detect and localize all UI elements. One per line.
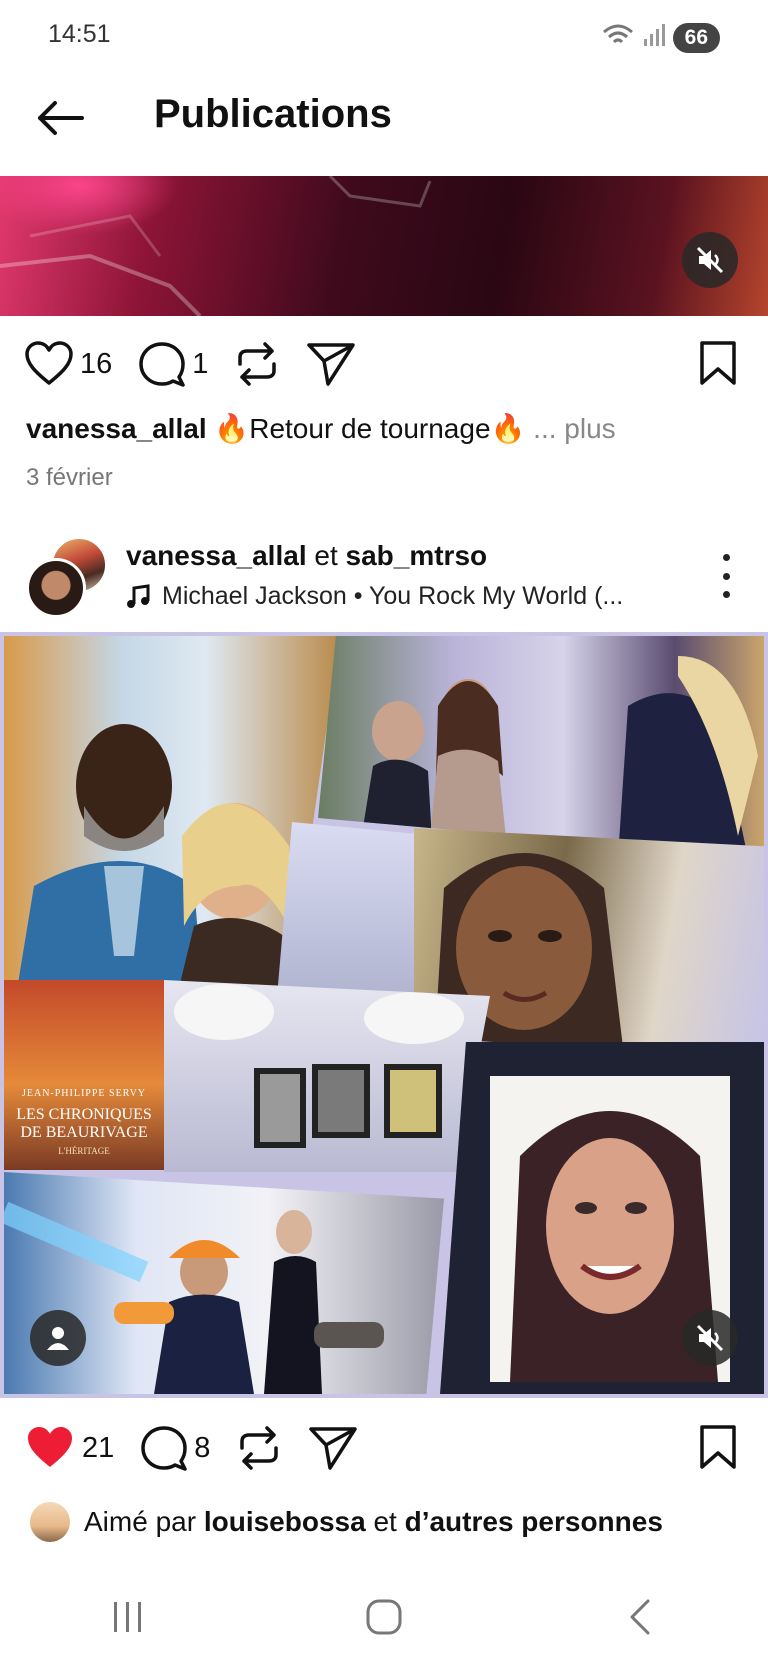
arrow-left-icon bbox=[38, 101, 84, 135]
collage-book-cover: JEAN-PHILIPPE SERVY LES CHRONIQUES DE BE… bbox=[4, 980, 164, 1170]
author-username-2[interactable]: sab_mtrso bbox=[346, 540, 488, 571]
video-frame-decor bbox=[0, 176, 432, 316]
bookmark-button[interactable] bbox=[698, 340, 738, 391]
comment-button[interactable]: 1 bbox=[138, 341, 208, 387]
book-author: JEAN-PHILIPPE SERVY bbox=[21, 1088, 147, 1099]
bookmark-button[interactable] bbox=[698, 1424, 738, 1475]
back-button[interactable] bbox=[30, 94, 90, 142]
status-icons: 66 bbox=[601, 22, 720, 53]
dot-icon bbox=[722, 572, 730, 580]
collage-photo-exhibition bbox=[164, 980, 490, 1172]
recent-apps-icon bbox=[114, 1602, 141, 1632]
liked-user[interactable]: louisebossa bbox=[204, 1506, 366, 1537]
recent-apps-button[interactable] bbox=[88, 1587, 168, 1647]
liker-avatar bbox=[30, 1502, 70, 1542]
repost-button[interactable] bbox=[234, 340, 280, 388]
music-attribution[interactable]: Michael Jackson • You Rock My World (... bbox=[126, 582, 623, 611]
like-count: 21 bbox=[82, 1431, 115, 1464]
page-title: Publications bbox=[154, 92, 392, 136]
book-subtitle: L'HÉRITAGE bbox=[58, 1146, 110, 1156]
caption-username[interactable]: vanessa_allal bbox=[26, 413, 207, 444]
repost-button[interactable] bbox=[236, 1424, 282, 1472]
avatar-primary[interactable] bbox=[26, 558, 86, 618]
post2-action-bar: 21 8 bbox=[24, 1424, 384, 1472]
system-back-button[interactable] bbox=[600, 1587, 680, 1647]
liked-others[interactable]: d’autres personnes bbox=[405, 1506, 663, 1537]
caption-more-link[interactable]: ... plus bbox=[533, 413, 615, 444]
speaker-muted-icon bbox=[696, 246, 724, 274]
liked-prefix: Aimé par bbox=[84, 1506, 197, 1537]
send-icon bbox=[309, 1427, 358, 1470]
comment-count: 8 bbox=[194, 1431, 211, 1464]
comment-button[interactable]: 8 bbox=[140, 1425, 210, 1471]
author-username-1[interactable]: vanessa_allal bbox=[126, 540, 307, 571]
comment-icon bbox=[141, 1426, 188, 1471]
post-authors: vanessa_allal et sab_mtrso bbox=[126, 540, 487, 572]
person-icon bbox=[47, 1327, 69, 1350]
author-conjunction: et bbox=[314, 540, 338, 571]
dot-icon bbox=[722, 554, 730, 561]
system-nav-bar bbox=[0, 1570, 768, 1664]
bookmark-icon bbox=[700, 341, 736, 385]
caption-text: 🔥Retour de tournage🔥 bbox=[214, 413, 526, 444]
post-image-collage[interactable]: JEAN-PHILIPPE SERVY LES CHRONIQUES DE BE… bbox=[0, 632, 768, 1398]
exhibition-illustration bbox=[174, 984, 464, 1148]
like-button[interactable]: 16 bbox=[24, 341, 112, 387]
post-caption: vanessa_allal 🔥Retour de tournage🔥 ... p… bbox=[26, 412, 616, 445]
music-track: Michael Jackson • You Rock My World (... bbox=[162, 582, 624, 610]
book-title: LES CHRONIQUES DE BEAURIVAGE bbox=[16, 1106, 152, 1141]
heart-filled-icon bbox=[28, 1427, 72, 1467]
status-time: 14:51 bbox=[48, 20, 111, 48]
tagged-people-button[interactable] bbox=[30, 1310, 86, 1366]
music-note-icon bbox=[127, 583, 150, 608]
post-avatars[interactable] bbox=[26, 536, 108, 618]
singer-illustration bbox=[358, 656, 758, 858]
post-date: 3 février bbox=[26, 464, 113, 491]
comment-icon bbox=[139, 342, 186, 387]
send-icon bbox=[307, 343, 356, 386]
like-button[interactable]: 21 bbox=[24, 1425, 114, 1471]
post-video-top[interactable] bbox=[0, 176, 768, 316]
liked-and: et bbox=[373, 1506, 397, 1537]
signal-icon bbox=[643, 23, 665, 52]
speaker-muted-icon bbox=[696, 1324, 724, 1352]
chevron-left-icon bbox=[630, 1599, 650, 1635]
mute-button[interactable] bbox=[682, 232, 738, 288]
repost-icon bbox=[238, 342, 277, 386]
bookmark-icon bbox=[700, 1425, 736, 1469]
post1-action-bar: 16 1 bbox=[24, 340, 382, 388]
share-button[interactable] bbox=[306, 341, 356, 387]
dot-icon bbox=[722, 591, 730, 598]
liked-by-row[interactable]: Aimé par louisebossa et d’autres personn… bbox=[30, 1502, 663, 1542]
repost-icon bbox=[240, 1426, 279, 1470]
heart-outline-icon bbox=[25, 341, 73, 385]
home-icon bbox=[366, 1599, 402, 1635]
wifi-icon bbox=[601, 22, 635, 53]
share-button[interactable] bbox=[308, 1425, 358, 1471]
like-count: 16 bbox=[80, 347, 113, 380]
collage-photo-singer bbox=[318, 636, 764, 858]
comment-count: 1 bbox=[192, 347, 209, 380]
mute-button-post2[interactable] bbox=[682, 1310, 738, 1366]
more-options-button[interactable] bbox=[714, 554, 738, 598]
home-button[interactable] bbox=[344, 1587, 424, 1647]
battery-indicator: 66 bbox=[672, 22, 720, 53]
